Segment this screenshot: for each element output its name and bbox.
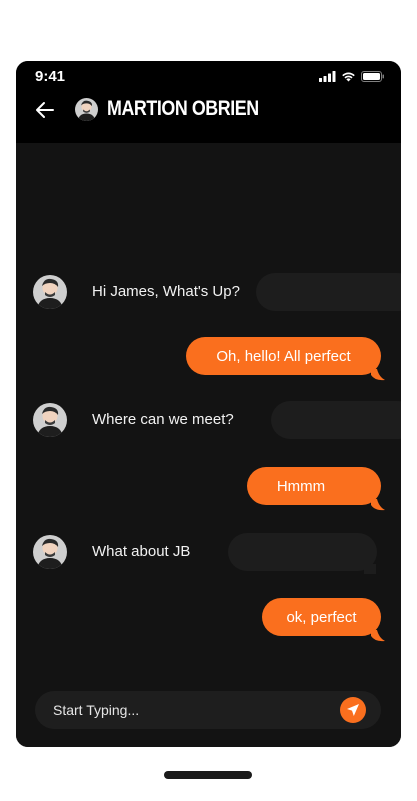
avatar-image [33, 403, 67, 437]
battery-icon [361, 70, 384, 82]
contact-name: MARTION OBRIEN [107, 97, 259, 120]
message-text: Hi James, What's Up? [92, 283, 240, 300]
received-bubble [228, 533, 377, 571]
arrow-left-icon [36, 102, 54, 118]
status-icons [319, 70, 385, 82]
message-text: What about JB [92, 543, 191, 560]
phone-frame: 9:41 MARTION OBRIEN Hi James, What's Up?… [16, 61, 401, 747]
message-input[interactable] [53, 691, 333, 729]
home-indicator [164, 771, 252, 779]
sent-bubble: ok, perfect [262, 598, 381, 636]
chat-area: Hi James, What's Up? Oh, hello! All perf… [16, 143, 401, 747]
send-button[interactable] [340, 697, 366, 723]
message-text: Hmmm [276, 477, 326, 495]
bubble-tail [371, 630, 385, 642]
bubble-tail [371, 369, 385, 381]
status-time: 9:41 [35, 68, 66, 85]
wifi-icon [342, 72, 355, 81]
back-button[interactable] [33, 98, 57, 122]
avatar-image [75, 98, 98, 121]
avatar-image [33, 275, 67, 309]
sender-avatar [33, 403, 67, 437]
bubble-tail [364, 564, 376, 574]
bubble-tail [371, 499, 385, 511]
sent-bubble: Oh, hello! All perfect [186, 337, 381, 375]
message-text: ok, perfect [286, 608, 357, 626]
sender-avatar [33, 275, 67, 309]
received-bubble [271, 401, 401, 439]
sender-avatar [33, 535, 67, 569]
received-bubble [256, 273, 401, 311]
message-composer [35, 691, 381, 729]
send-arrow-icon [347, 704, 359, 716]
chat-header: 9:41 MARTION OBRIEN [16, 61, 401, 143]
message-text: Oh, hello! All perfect [216, 347, 351, 365]
signal-icon [319, 70, 336, 82]
message-text: Where can we meet? [92, 411, 234, 428]
avatar-image [33, 535, 67, 569]
contact-avatar[interactable] [75, 98, 98, 121]
sent-bubble: Hmmm [247, 467, 381, 505]
